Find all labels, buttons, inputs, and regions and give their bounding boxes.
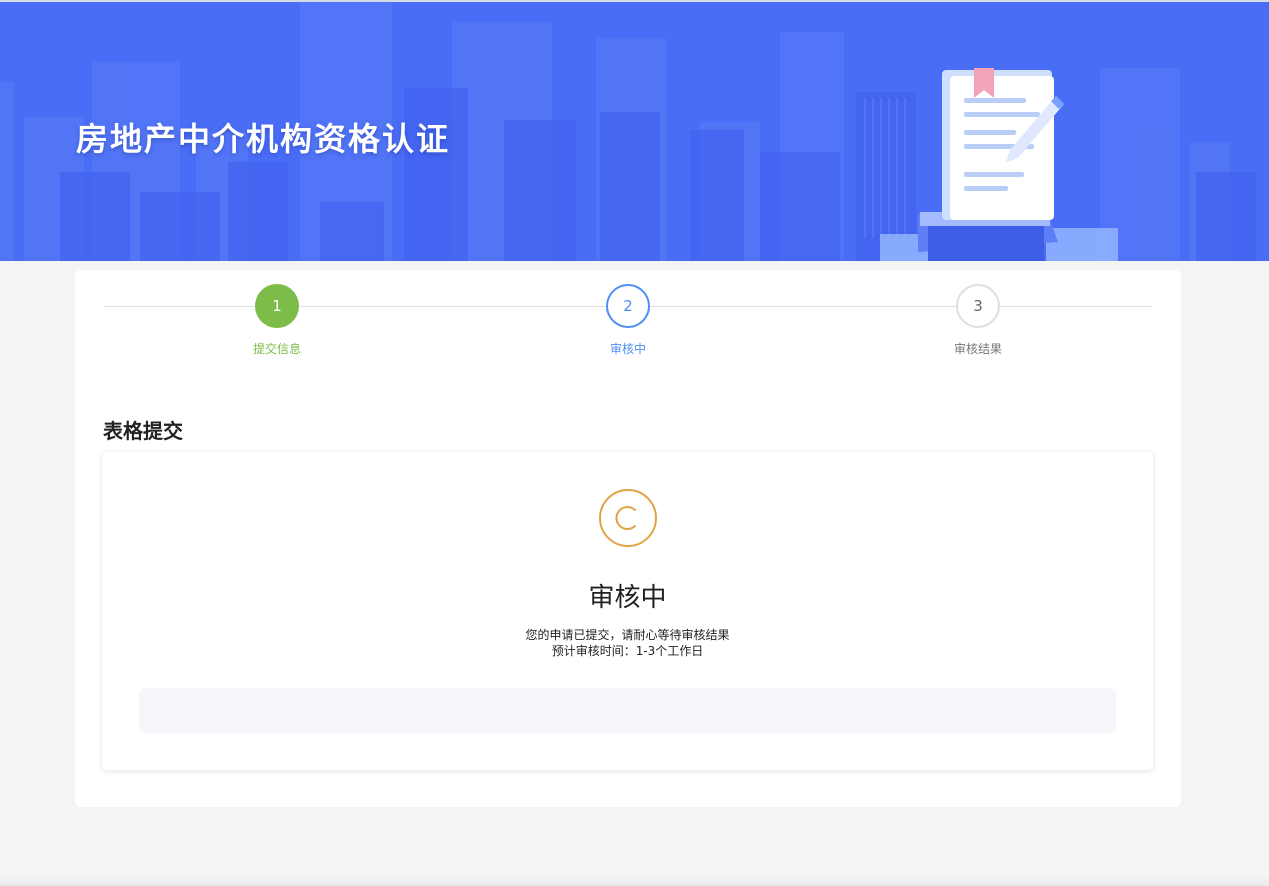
- pending-clock-icon: [599, 489, 657, 547]
- step-review-result: 3 审核结果: [918, 284, 1038, 357]
- section-title: 表格提交: [103, 419, 183, 443]
- page-title: 房地产中介机构资格认证: [76, 120, 451, 158]
- step-under-review: 2 审核中: [568, 284, 688, 357]
- page-footer-edge: [0, 876, 1269, 886]
- step-submit-info: 1 提交信息: [217, 284, 337, 357]
- status-title: 审核中: [588, 583, 667, 613]
- review-status-panel: 审核中 您的申请已提交，请耐心等待审核结果 预计审核时间：1-3个工作日: [102, 452, 1153, 770]
- estimated-review-time: 预计审核时间：1-3个工作日: [551, 644, 704, 658]
- result-placeholder-box: [139, 688, 1116, 733]
- step-label: 提交信息: [252, 342, 301, 356]
- step-label: 审核结果: [953, 342, 1002, 356]
- status-message: 您的申请已提交，请耐心等待审核结果: [525, 628, 730, 642]
- step-number: 1: [255, 284, 299, 328]
- status-description: 您的申请已提交，请耐心等待审核结果 预计审核时间：1-3个工作日: [102, 627, 1153, 659]
- page-banner: 房地产中介机构资格认证: [0, 0, 1269, 261]
- step-number: 3: [956, 284, 1000, 328]
- document-with-pen-icon: [880, 68, 1118, 261]
- step-number: 2: [606, 284, 650, 328]
- main-card: 1 提交信息 2 审核中 3 审核结果 表格提交 审核中 您的申请已提交，请耐心…: [75, 270, 1181, 807]
- step-label: 审核中: [609, 342, 646, 356]
